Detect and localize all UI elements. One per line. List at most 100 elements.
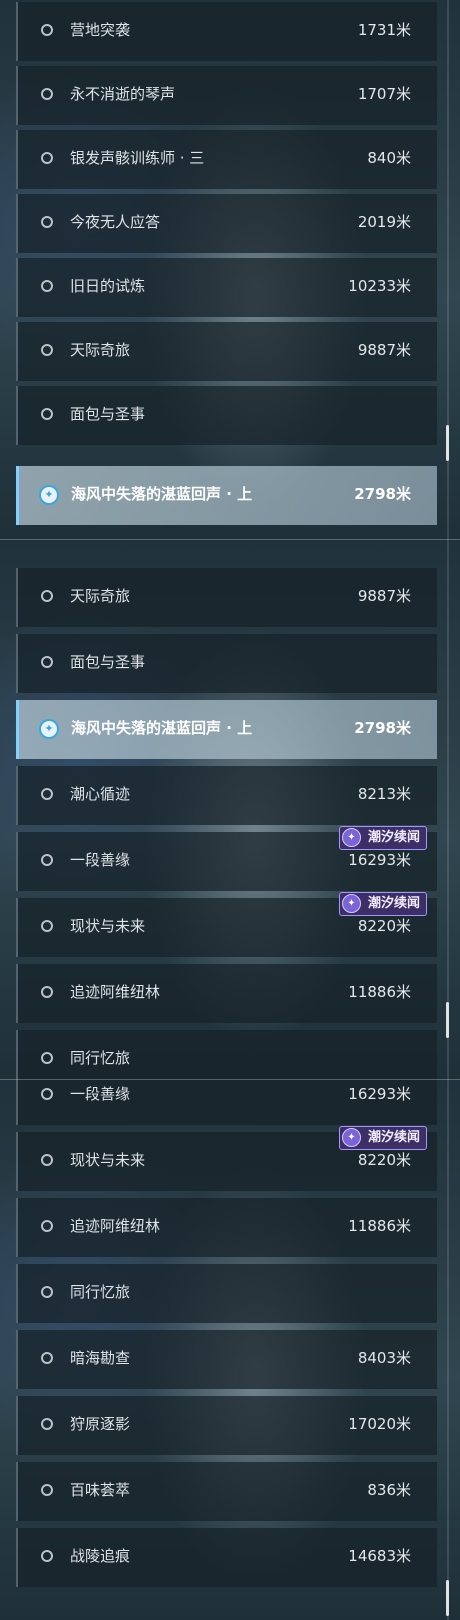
tracking-icon: ✦	[39, 485, 59, 505]
quest-tag-badge: ✦ 潮汐续闻	[338, 1126, 427, 1150]
quest-distance: 8220米	[357, 1151, 411, 1169]
quest-name: 海风中失落的湛蓝回声 · 上	[71, 719, 253, 737]
quest-distance: 1731米	[357, 21, 411, 39]
quest-status-icon	[41, 408, 53, 420]
quest-item[interactable]: 面包与圣事	[16, 386, 437, 445]
quest-list-panel-2: 天际奇旅 9887米 面包与圣事 ✦ 海风中失落的湛蓝回声 · 上 2798米 …	[0, 540, 460, 1080]
quest-distance: 2019米	[357, 213, 411, 231]
tide-sparkle-icon: ✦	[341, 894, 361, 913]
quest-name: 银发声骸训练师 · 三	[70, 149, 205, 167]
quest-status-icon	[41, 986, 53, 998]
quest-name: 追迹阿维纽林	[70, 1217, 161, 1235]
quest-tag-label: 潮汐续闻	[367, 830, 420, 845]
quest-name: 狩原逐影	[70, 1415, 131, 1433]
quest-distance: 11886米	[348, 1217, 411, 1235]
quest-item[interactable]: 现状与未来 8220米 ✦ 潮汐续闻	[16, 1126, 437, 1191]
quest-item[interactable]: 百味荟萃 836米	[16, 1462, 437, 1521]
quest-status-icon	[41, 1286, 53, 1298]
quest-name: 同行忆旅	[70, 1049, 131, 1067]
quest-status-icon	[41, 1052, 53, 1064]
quest-distance: 2798米	[354, 485, 411, 503]
quest-item[interactable]: 永不消逝的琴声 1707米	[16, 66, 437, 125]
quest-distance: 8403米	[357, 1349, 411, 1367]
quest-item[interactable]: 今夜无人应答 2019米	[16, 194, 437, 253]
quest-distance: 8213米	[357, 785, 411, 803]
quest-tag-badge: ✦ 潮汐续闻	[338, 826, 427, 850]
quest-distance: 836米	[367, 1481, 411, 1499]
quest-tag-label: 潮汐续闻	[367, 1130, 420, 1145]
quest-tag-label: 潮汐续闻	[367, 896, 420, 911]
quest-item[interactable]: 追迹阿维纽林 11886米	[16, 1198, 437, 1257]
quest-item[interactable]: 追迹阿维纽林 11886米	[16, 964, 437, 1023]
quest-status-icon	[41, 344, 53, 356]
quest-name: 今夜无人应答	[70, 213, 161, 231]
quest-name: 天际奇旅	[70, 341, 131, 359]
quest-status-icon	[41, 1550, 53, 1562]
quest-name: 同行忆旅	[70, 1283, 131, 1301]
tide-sparkle-icon: ✦	[341, 828, 361, 847]
quest-status-icon	[41, 854, 53, 866]
quest-tag-badge: ✦ 潮汐续闻	[338, 892, 427, 916]
quest-status-icon	[41, 1418, 53, 1430]
quest-item[interactable]: 狩原逐影 17020米	[16, 1396, 437, 1455]
scrollbar-thumb[interactable]	[446, 1580, 449, 1616]
quest-name: 永不消逝的琴声	[70, 85, 176, 103]
quest-item-selected[interactable]: ✦ 海风中失落的湛蓝回声 · 上 2798米	[16, 700, 437, 759]
quest-distance: 10233米	[348, 277, 411, 295]
quest-item-selected[interactable]: ✦ 海风中失落的湛蓝回声 · 上 2798米	[16, 466, 437, 525]
tracking-icon: ✦	[39, 719, 59, 739]
quest-name: 现状与未来	[70, 917, 146, 935]
quest-name: 百味荟萃	[70, 1481, 131, 1499]
scroll-track	[447, 1080, 449, 1620]
quest-name: 面包与圣事	[70, 653, 146, 671]
quest-status-icon	[41, 152, 53, 164]
quest-item[interactable]: 天际奇旅 9887米	[16, 322, 437, 381]
quest-status-icon	[41, 1352, 53, 1364]
quest-name: 面包与圣事	[70, 405, 146, 423]
quest-status-icon	[41, 590, 53, 602]
quest-name: 现状与未来	[70, 1151, 146, 1169]
quest-list-panel-1: 营地突袭 1731米 永不消逝的琴声 1707米 银发声骸训练师 · 三 840…	[0, 0, 460, 540]
quest-status-icon	[41, 788, 53, 800]
quest-name: 一段善缘	[70, 851, 131, 869]
quest-status-icon	[41, 280, 53, 292]
quest-distance: 840米	[367, 149, 411, 167]
quest-item[interactable]: 营地突袭 1731米	[16, 2, 437, 61]
quest-distance: 9887米	[357, 341, 411, 359]
quest-name: 旧日的试炼	[70, 277, 146, 295]
quest-item[interactable]: 银发声骸训练师 · 三 840米	[16, 130, 437, 189]
quest-status-icon	[41, 1220, 53, 1232]
quest-name: 追迹阿维纽林	[70, 983, 161, 1001]
scrollbar-thumb[interactable]	[446, 1002, 449, 1038]
quest-item[interactable]: 天际奇旅 9887米	[16, 568, 437, 627]
quest-name: 战陵追痕	[70, 1547, 131, 1565]
quest-status-icon	[41, 1154, 53, 1166]
quest-distance: 2798米	[354, 719, 411, 737]
quest-distance: 11886米	[348, 983, 411, 1001]
scroll-track	[447, 540, 449, 1080]
quest-item[interactable]: 暗海勘查 8403米	[16, 1330, 437, 1389]
quest-item[interactable]: 潮心循迹 8213米	[16, 766, 437, 825]
quest-name: 营地突袭	[70, 21, 131, 39]
quest-item[interactable]: 旧日的试炼 10233米	[16, 258, 437, 317]
quest-item[interactable]: 战陵追痕 14683米	[16, 1528, 437, 1587]
quest-list-panel-3: 一段善缘 16293米 现状与未来 8220米 ✦ 潮汐续闻 追迹阿维纽林 118…	[0, 1080, 460, 1620]
quest-name: 一段善缘	[70, 1085, 131, 1103]
quest-item[interactable]: 面包与圣事	[16, 634, 437, 693]
tide-sparkle-icon: ✦	[341, 1128, 361, 1147]
quest-distance: 8220米	[357, 917, 411, 935]
quest-distance: 17020米	[348, 1415, 411, 1433]
quest-item[interactable]: 同行忆旅	[16, 1264, 437, 1323]
scrollbar-thumb[interactable]	[446, 425, 449, 461]
quest-item[interactable]: 一段善缘 16293米	[16, 1080, 437, 1125]
quest-name: 天际奇旅	[70, 587, 131, 605]
quest-status-icon	[41, 920, 53, 932]
quest-item[interactable]: 同行忆旅	[16, 1030, 437, 1080]
quest-name: 暗海勘查	[70, 1349, 131, 1367]
quest-distance: 16293米	[348, 851, 411, 869]
quest-distance: 14683米	[348, 1547, 411, 1565]
quest-distance: 16293米	[348, 1085, 411, 1103]
quest-item[interactable]: 一段善缘 16293米 ✦ 潮汐续闻	[16, 826, 437, 891]
quest-status-icon	[41, 1484, 53, 1496]
quest-item[interactable]: 现状与未来 8220米 ✦ 潮汐续闻	[16, 892, 437, 957]
